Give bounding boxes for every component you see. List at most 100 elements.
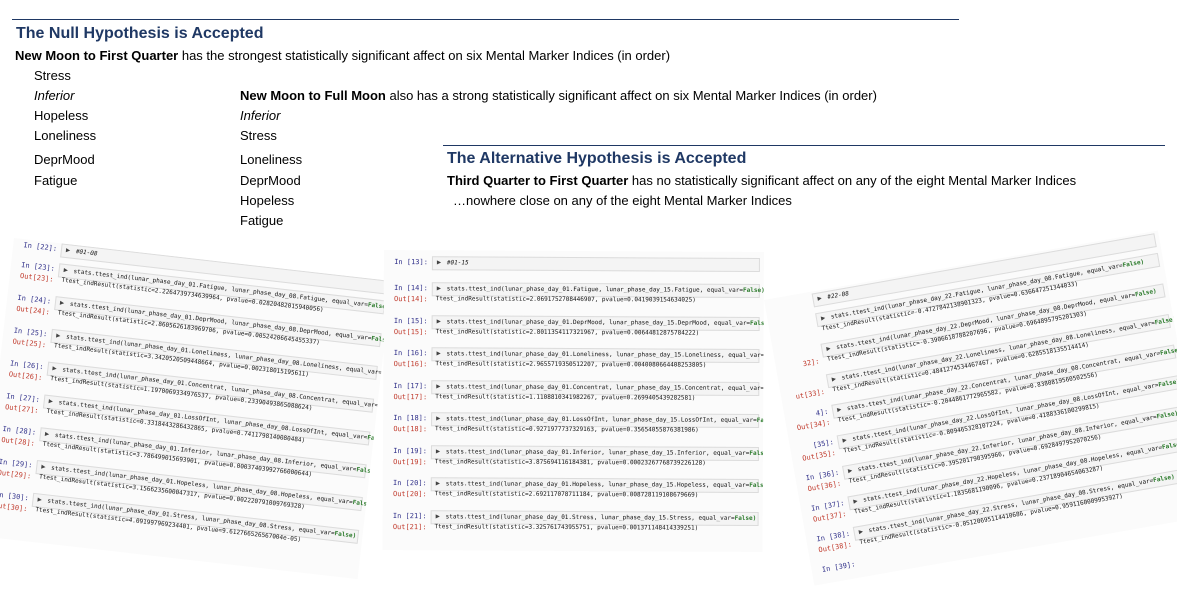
run-icon[interactable]: ▶ — [48, 397, 53, 405]
cell-code-keyword: False) — [1154, 315, 1177, 327]
cell-in-prompt: In [39]: — [821, 560, 856, 574]
cell-out-prompt: Out[30]: — [0, 501, 28, 514]
list2-item: Fatigue — [240, 213, 284, 228]
cell-out-prompt: Out[20]: — [392, 490, 427, 499]
run-icon[interactable]: ▶ — [436, 414, 440, 422]
run-icon[interactable]: ▶ — [436, 349, 440, 357]
cell-out-prompt: Out[17]: — [393, 392, 428, 401]
full-moon-intro: New Moon to Full Moon also has a strong … — [240, 88, 877, 103]
alt-intro-rest: has no statistically significant affect … — [628, 173, 1077, 188]
run-icon[interactable]: ▶ — [437, 258, 441, 266]
cell-in-prompt: In [14]: — [394, 284, 428, 293]
cell-in-prompt: In [18]: — [393, 414, 428, 423]
cell-in-prompt: In [21]: — [392, 511, 427, 520]
run-icon[interactable]: ▶ — [63, 266, 68, 274]
list1-item: Loneliness — [34, 128, 97, 143]
cell-out-prompt: Out[19]: — [393, 457, 427, 466]
cell-output: Ttest_indResult(statistic=2.965571935051… — [435, 360, 707, 369]
cell-output: Ttest_indResult(statistic=3.325761743955… — [434, 522, 699, 532]
cell-code-text: stats.ttest_ind(lunar_phase_day_01.Infer… — [445, 447, 750, 457]
notebook-cell[interactable]: In [16]: ▶ stats.ttest_ind(lunar_phase_day… — [383, 347, 764, 369]
cell-out-prompt: ut[33]: — [795, 387, 826, 401]
list1-item: DeprMood — [34, 152, 95, 167]
notebook-cell[interactable]: In [17]: ▶ stats.ttest_ind(lunar_phase_day… — [383, 379, 764, 401]
list1-item: Fatigue — [34, 173, 78, 188]
cell-out-prompt: Out[15]: — [393, 327, 428, 336]
run-icon[interactable]: ▶ — [56, 331, 61, 339]
run-icon[interactable]: ▶ — [853, 497, 859, 506]
cell-code-text: stats.ttest_ind(lunar_phase_day_01.Stres… — [445, 512, 735, 522]
notebook-cell[interactable]: In [20]: ▶ stats.ttest_ind(lunar_phase_day… — [383, 477, 764, 499]
cell-code-keyword: False) — [1134, 287, 1158, 299]
run-icon[interactable]: ▶ — [436, 479, 440, 487]
notebook-cell[interactable]: In [19]: ▶ stats.ttest_ind(lunar_phase_day… — [383, 444, 764, 467]
cell-out-prompt: Out[14]: — [394, 295, 428, 304]
run-icon[interactable]: ▶ — [436, 382, 440, 390]
list1-item: Inferior — [34, 88, 75, 103]
alt-hypothesis-title: The Alternative Hypothesis is Accepted — [447, 150, 747, 167]
cell-code: stats.ttest_ind(lunar_phase_day_01.Stres… — [446, 513, 757, 522]
cell-comment: #22-08 — [826, 290, 850, 301]
notebook-cell[interactable]: In [18]: ▶ stats.ttest_ind(lunar_phase_day… — [383, 412, 764, 434]
list1-item: Hopeless — [34, 108, 89, 123]
cell-code-keyword: False) — [1152, 473, 1176, 485]
notebook-cell[interactable]: In [21]: ▶ stats.ttest_ind(lunar_phase_day… — [383, 509, 763, 531]
cell-code-keyword: False) — [1159, 346, 1177, 357]
run-icon[interactable]: ▶ — [817, 294, 823, 303]
run-icon[interactable]: ▶ — [41, 463, 46, 471]
cell-in-prompt — [774, 347, 817, 355]
run-icon[interactable]: ▶ — [837, 405, 843, 414]
cell-code-text: stats.ttest_ind(lunar_phase_day_01.Fatig… — [446, 285, 744, 294]
cell-code-keyword: False) — [1157, 378, 1177, 389]
cell-code: stats.ttest_ind(lunar_phase_day_01.Hopel… — [446, 480, 764, 489]
cell-in-prompt: In [13]: — [394, 258, 428, 267]
run-icon[interactable]: ▶ — [436, 447, 440, 455]
run-icon[interactable]: ▶ — [45, 430, 50, 438]
notebook-panel-22-08: ▶ #22-08 ▶ stats.ttest_ind(lunar_phase_da… — [764, 230, 1177, 586]
cell-code-keyword: False) — [1122, 258, 1145, 270]
run-icon[interactable]: ▶ — [847, 466, 853, 475]
run-icon[interactable]: ▶ — [820, 314, 826, 323]
run-icon[interactable]: ▶ — [437, 284, 441, 292]
run-icon[interactable]: ▶ — [858, 527, 864, 536]
cell-in-prompt — [765, 296, 808, 304]
run-icon[interactable]: ▶ — [37, 495, 42, 503]
notebook-panel-01-15: In [13]: ▶ #01-15 In [14]: ▶ stats.ttest_i… — [382, 250, 764, 552]
cell-in-prompt: In [30]: — [0, 490, 30, 503]
cell-out-prompt: Out[27]: — [4, 403, 40, 415]
cell-in-prompt: In [28]: — [2, 424, 37, 437]
cell-in-prompt: In [19]: — [393, 446, 427, 455]
full-moon-rest: also has a strong statistically signific… — [385, 88, 877, 103]
cell-output: Ttest_indResult(statistic=0.927197773732… — [435, 425, 699, 434]
cell-output: Ttest_indResult(statistic=3.875694116184… — [434, 457, 706, 467]
code-box[interactable]: ▶ #01-15 — [431, 256, 760, 272]
full-moon-bold: New Moon to Full Moon — [240, 88, 386, 103]
run-icon[interactable]: ▶ — [436, 512, 440, 520]
cell-code-text: stats.ttest_ind(lunar_phase_day_01.Lonel… — [446, 350, 764, 359]
run-icon[interactable]: ▶ — [60, 299, 65, 307]
cell-code-keyword: False) — [742, 286, 764, 294]
cell-code-text: stats.ttest_ind(lunar_phase_day_01.DeprM… — [446, 317, 751, 327]
cell-in-prompt: In [20]: — [393, 479, 427, 488]
cell-in-prompt: In [22]: — [23, 241, 58, 253]
notebook-header-cell[interactable]: In [13]: ▶ #01-15 — [384, 256, 764, 278]
run-icon[interactable]: ▶ — [52, 364, 57, 372]
cell-out-prompt: Out[21]: — [392, 522, 427, 531]
cell-code: stats.ttest_ind(lunar_phase_day_01.Lonel… — [446, 350, 764, 359]
notebook-cell[interactable]: In [14]: ▶ stats.ttest_ind(lunar_phase_day… — [384, 282, 764, 304]
alt-rule — [443, 145, 1165, 146]
run-icon[interactable]: ▶ — [437, 317, 441, 325]
cell-in-prompt: In [16]: — [393, 349, 428, 358]
run-icon[interactable]: ▶ — [831, 375, 837, 384]
cell-out-prompt: Out[18]: — [393, 425, 428, 434]
list2-item: Inferior — [240, 108, 281, 123]
run-icon[interactable]: ▶ — [826, 344, 832, 353]
notebook-cell[interactable]: In [15]: ▶ stats.ttest_ind(lunar_phase_day… — [384, 314, 764, 336]
cell-out-prompt: Out[26]: — [8, 370, 43, 383]
null-intro-bold: New Moon to First Quarter — [15, 48, 179, 63]
cell-code-keyword: False) — [1161, 440, 1177, 452]
cell-code-keyword: False) — [756, 416, 764, 425]
cell-code-text: stats.ttest_ind(lunar_phase_day_01.LossO… — [446, 415, 757, 424]
run-icon[interactable]: ▶ — [66, 246, 71, 254]
run-icon[interactable]: ▶ — [842, 436, 848, 445]
